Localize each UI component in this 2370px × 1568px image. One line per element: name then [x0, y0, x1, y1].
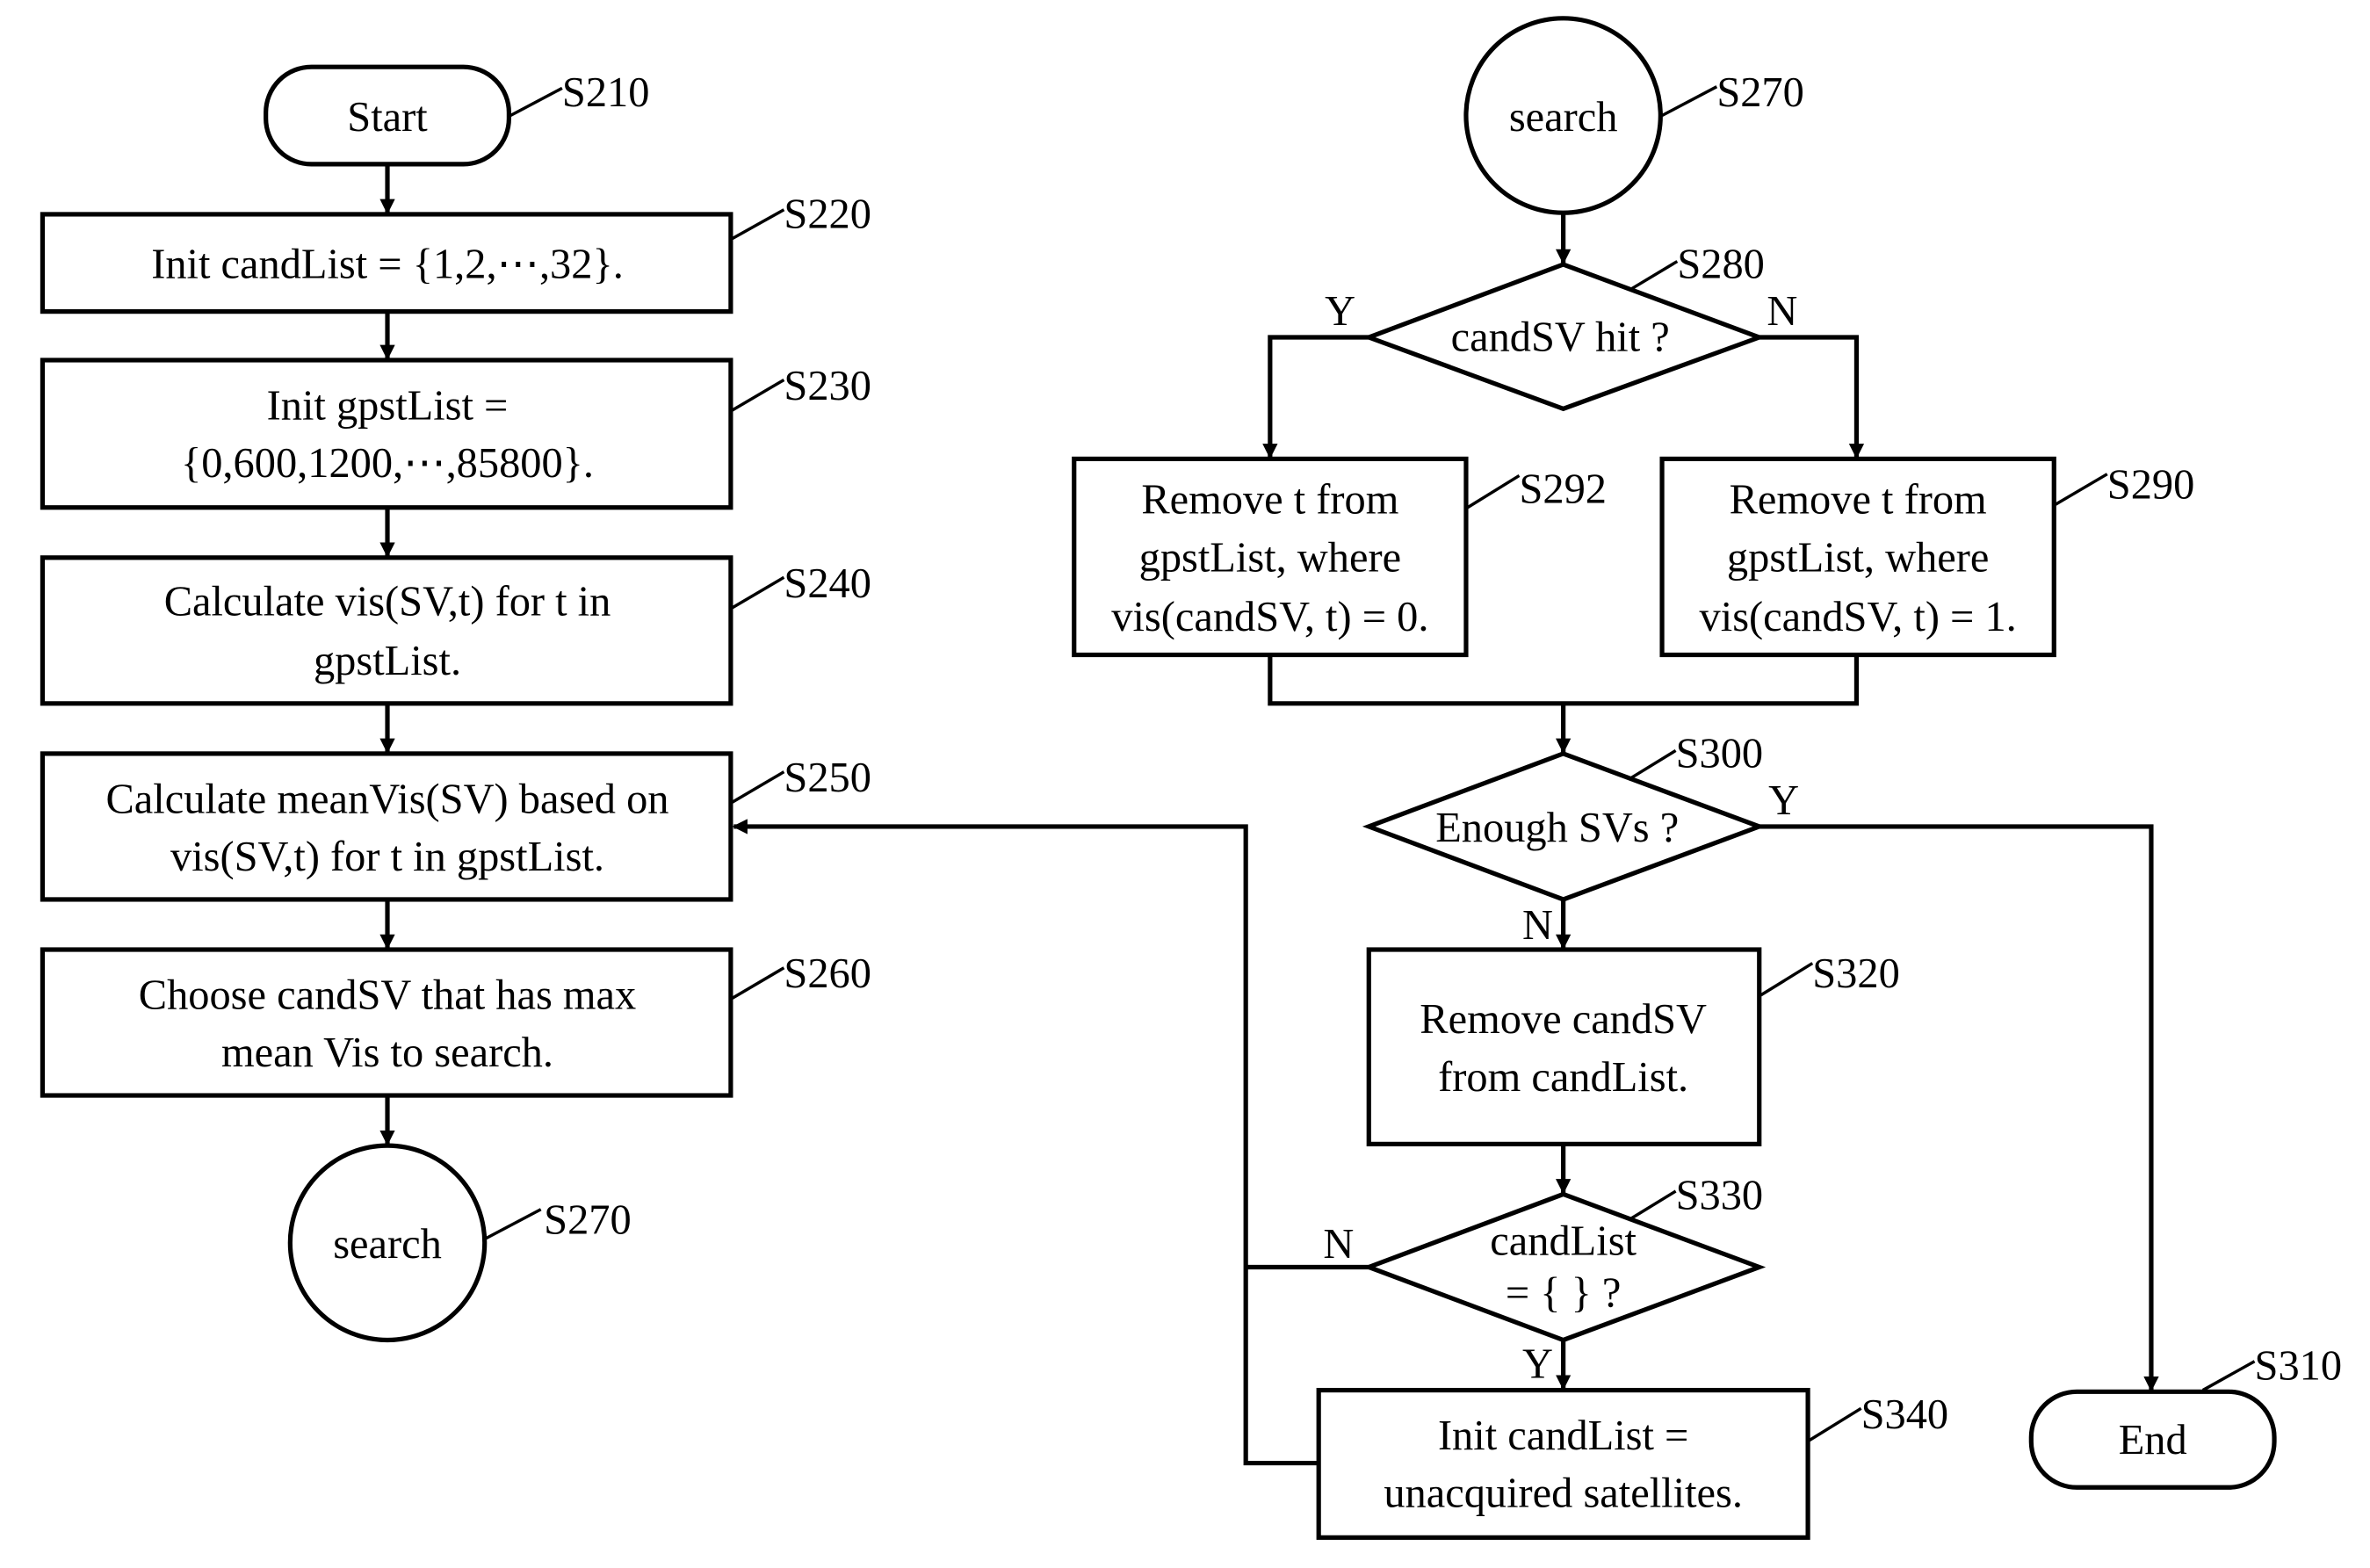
- arrow-loop-back-to-s250: [732, 819, 1319, 1466]
- leader-line: [509, 86, 563, 118]
- s340-text-line2: unacquired satellites.: [1384, 1470, 1743, 1517]
- step-label-s320: S320: [1812, 950, 1900, 997]
- process-s230: Init gpstList = {0,600,1200,⋯,85800}. S2…: [40, 358, 871, 510]
- arrow-s300-yes-to-end: [1759, 824, 2159, 1392]
- s300-no-label: N: [1522, 902, 1553, 949]
- step-label-s260: S260: [784, 950, 871, 997]
- s260-text-line1: Choose candSV that has max: [139, 972, 636, 1018]
- step-label-s270-left: S270: [544, 1196, 632, 1243]
- leader-line: [731, 966, 785, 1000]
- arrow-s280-yes-to-s292: [1262, 335, 1369, 459]
- s220-text: Init candList = {1,2,⋯,32}.: [151, 242, 624, 288]
- process-s320: Remove candSV from candList. S320: [1366, 947, 1900, 1146]
- s240-text-line2: gpstList.: [314, 638, 461, 684]
- step-label-s220: S220: [784, 191, 871, 238]
- s250-text-line1: Calculate meanVis(SV) based on: [106, 776, 669, 822]
- step-label-s330: S330: [1676, 1173, 1764, 1219]
- s320-text-line2: from candList.: [1438, 1054, 1688, 1101]
- leader-line: [731, 575, 785, 610]
- s250-text-line2: vis(SV,t) for t in gpstList.: [170, 834, 604, 880]
- search-text-left: search: [333, 1221, 442, 1268]
- s240-text-line1: Calculate vis(SV,t) for t in: [164, 579, 611, 625]
- s320-box: [1366, 947, 1762, 1146]
- start-text: Start: [347, 94, 428, 141]
- leader-line: [1759, 962, 1814, 997]
- s260-text-line2: mean Vis to search.: [221, 1030, 553, 1076]
- process-s340: Init candList = unacquired satellites. S…: [1316, 1387, 1949, 1540]
- step-label-s292: S292: [1519, 466, 1607, 513]
- s320-text-line1: Remove candSV: [1420, 996, 1707, 1043]
- step-label-s240: S240: [784, 560, 871, 607]
- s280-no-label: N: [1767, 288, 1797, 335]
- s330-yes-label: Y: [1522, 1341, 1553, 1388]
- leader-line: [1661, 85, 1718, 118]
- step-label-s340: S340: [1861, 1391, 1949, 1438]
- s340-text-line1: Init candList =: [1438, 1413, 1688, 1459]
- s280-yes-label: Y: [1325, 288, 1355, 335]
- end-text: End: [2119, 1417, 2187, 1463]
- decision-s330: candList = { } ? S330 Y N: [1323, 1173, 1767, 1388]
- leader-line: [731, 378, 785, 412]
- process-s290: Remove t from gpstList, where vis(candSV…: [1659, 456, 2195, 658]
- leader-line: [1808, 1406, 1862, 1442]
- leader-line: [2055, 473, 2108, 506]
- process-s220: Init candList = {1,2,⋯,32}. S220: [40, 191, 871, 314]
- s292-text-line2: gpstList, where: [1139, 534, 1401, 581]
- s292-text-line1: Remove t from: [1141, 477, 1398, 524]
- search-connector-right: search S270: [1463, 16, 1804, 215]
- leader-line: [1628, 748, 1677, 781]
- start-terminator: Start S210: [264, 64, 650, 167]
- s290-text-line1: Remove t from: [1730, 477, 1987, 524]
- step-label-s290: S290: [2107, 461, 2195, 508]
- s330-text-line1: candList: [1490, 1218, 1637, 1265]
- leader-line: [1630, 260, 1679, 291]
- step-label-s210: S210: [562, 69, 650, 116]
- s292-text-line3: vis(candSV, t) = 0.: [1111, 594, 1428, 640]
- process-s240: Calculate vis(SV,t) for t in gpstList. S…: [40, 555, 871, 706]
- s230-text-line2: {0,600,1200,⋯,85800}.: [181, 440, 594, 487]
- s280-text: candSV hit ?: [1451, 314, 1670, 361]
- step-label-s250: S250: [784, 755, 871, 801]
- decision-s280: candSV hit ? S280 Y N: [1325, 242, 1797, 412]
- s290-text-line3: vis(candSV, t) = 1.: [1700, 594, 2017, 640]
- step-label-s300: S300: [1676, 730, 1764, 777]
- s230-text-line1: Init gpstList =: [267, 382, 509, 429]
- step-label-s280: S280: [1677, 242, 1765, 288]
- end-terminator: End S310: [2028, 1342, 2343, 1490]
- merge-line-s292-s290: [1268, 654, 1860, 706]
- leader-line: [1466, 473, 1521, 509]
- flowchart: Start S210 Init candList = {1,2,⋯,32}. S…: [40, 16, 2343, 1540]
- s330-text-line2: = { } ?: [1506, 1269, 1622, 1316]
- search-connector-left: search S270: [287, 1143, 632, 1343]
- decision-s300: Enough SVs ? S300 Y N: [1362, 730, 1799, 949]
- s300-yes-label: Y: [1768, 777, 1799, 824]
- process-s260: Choose candSV that has max mean Vis to s…: [40, 947, 871, 1098]
- process-s292: Remove t from gpstList, where vis(candSV…: [1072, 456, 1607, 658]
- s300-text: Enough SVs ?: [1435, 805, 1679, 851]
- step-label-s310: S310: [2255, 1342, 2343, 1389]
- s290-text-line2: gpstList, where: [1727, 534, 1989, 581]
- leader-line: [1628, 1189, 1677, 1222]
- leader-line: [731, 770, 785, 804]
- leader-line: [731, 208, 785, 241]
- search-text-right: search: [1509, 94, 1618, 141]
- s330-no-label: N: [1323, 1221, 1354, 1268]
- leader-line: [485, 1208, 542, 1240]
- arrow-s280-no-to-s290: [1759, 335, 1865, 459]
- step-label-s270-right: S270: [1716, 69, 1804, 116]
- leader-line: [2201, 1360, 2256, 1392]
- step-label-s230: S230: [784, 363, 871, 409]
